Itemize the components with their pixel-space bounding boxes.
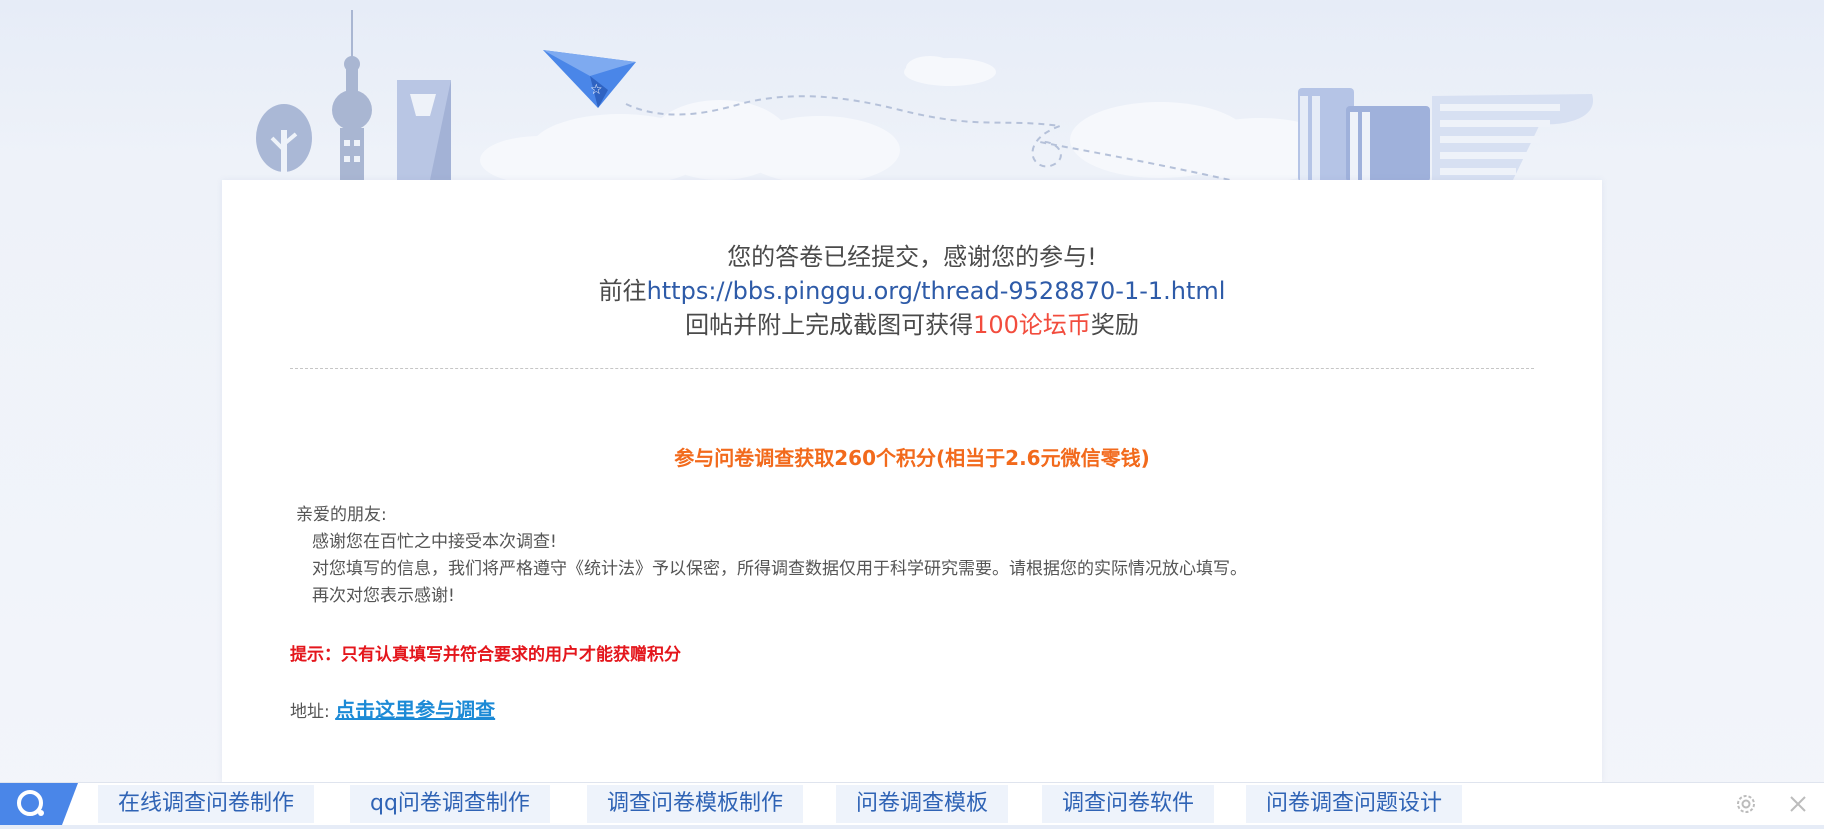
reward-prefix: 回帖并附上完成截图可获得 [685, 311, 974, 339]
reward-instruction: 回帖并附上完成截图可获得100论坛币奖励 [222, 308, 1602, 342]
greeting: 亲爱的朋友: [296, 505, 387, 525]
gear-icon[interactable] [1734, 792, 1758, 816]
address-label: 地址: [290, 702, 330, 722]
intro-line-gratitude: 再次对您表示感谢! [312, 586, 455, 606]
forum-thread-link[interactable]: https://bbs.pinggu.org/thread-9528870-1-… [647, 277, 1226, 305]
header-illustration: ☆ [256, 10, 1594, 182]
bottom-suggestion-bar: 在线调查问卷制作 qq问卷调查制作 调查问卷模板制作 问卷调查模板 调查问卷软件… [0, 782, 1824, 825]
suggestion-chip-1[interactable]: 在线调查问卷制作 [98, 785, 315, 823]
tower-decoration [332, 10, 372, 180]
suggestion-chip-5[interactable]: 调查问卷软件 [1042, 785, 1215, 823]
search-logo-icon[interactable] [0, 783, 78, 825]
suggestion-chip-6[interactable]: 问卷调查问题设计 [1246, 785, 1463, 823]
points-hint: 提示：只有认真填写并符合要求的用户才能获赠积分 [290, 645, 681, 665]
points-offer-heading: 参与问卷调查获取260个积分(相当于2.6元微信零钱) [674, 446, 1150, 470]
submission-confirmation: 您的答卷已经提交，感谢您的参与! 前往https://bbs.pinggu.or… [222, 240, 1602, 342]
suggestion-chip-4[interactable]: 问卷调查模板 [836, 785, 1009, 823]
survey-address: 地址: 点击这里参与调查 [290, 694, 495, 723]
instruction-prefix: 前往 [598, 277, 647, 305]
participate-survey-link[interactable]: 点击这里参与调查 [335, 698, 495, 722]
thanks-message: 您的答卷已经提交，感谢您的参与! [727, 243, 1097, 271]
svg-text:☆: ☆ [590, 82, 603, 98]
survey-result-card: 您的答卷已经提交，感谢您的参与! 前往https://bbs.pinggu.or… [222, 180, 1602, 782]
intro-line-thanks: 感谢您在百忙之中接受本次调查! [312, 532, 557, 552]
building-decoration [397, 80, 451, 180]
suggestion-chip-2[interactable]: qq问卷调查制作 [350, 785, 550, 823]
survey-introduction: 亲爱的朋友: 感谢您在百忙之中接受本次调查! 对您填写的信息，我们将严格遵守《统… [296, 502, 1247, 610]
scroll-decoration [1432, 94, 1594, 182]
tree-decoration [256, 104, 312, 178]
reward-suffix: 奖励 [1090, 311, 1139, 339]
suggestion-chip-3[interactable]: 调查问卷模板制作 [587, 785, 804, 823]
forum-instruction: 前往https://bbs.pinggu.org/thread-9528870-… [222, 274, 1602, 308]
close-icon[interactable] [1786, 792, 1810, 816]
dashed-divider [290, 368, 1534, 369]
books-decoration [1298, 88, 1430, 182]
intro-line-privacy: 对您填写的信息，我们将严格遵守《统计法》予以保密，所得调查数据仅用于科学研究需要… [312, 559, 1247, 579]
reward-amount: 100论坛币 [973, 311, 1091, 339]
